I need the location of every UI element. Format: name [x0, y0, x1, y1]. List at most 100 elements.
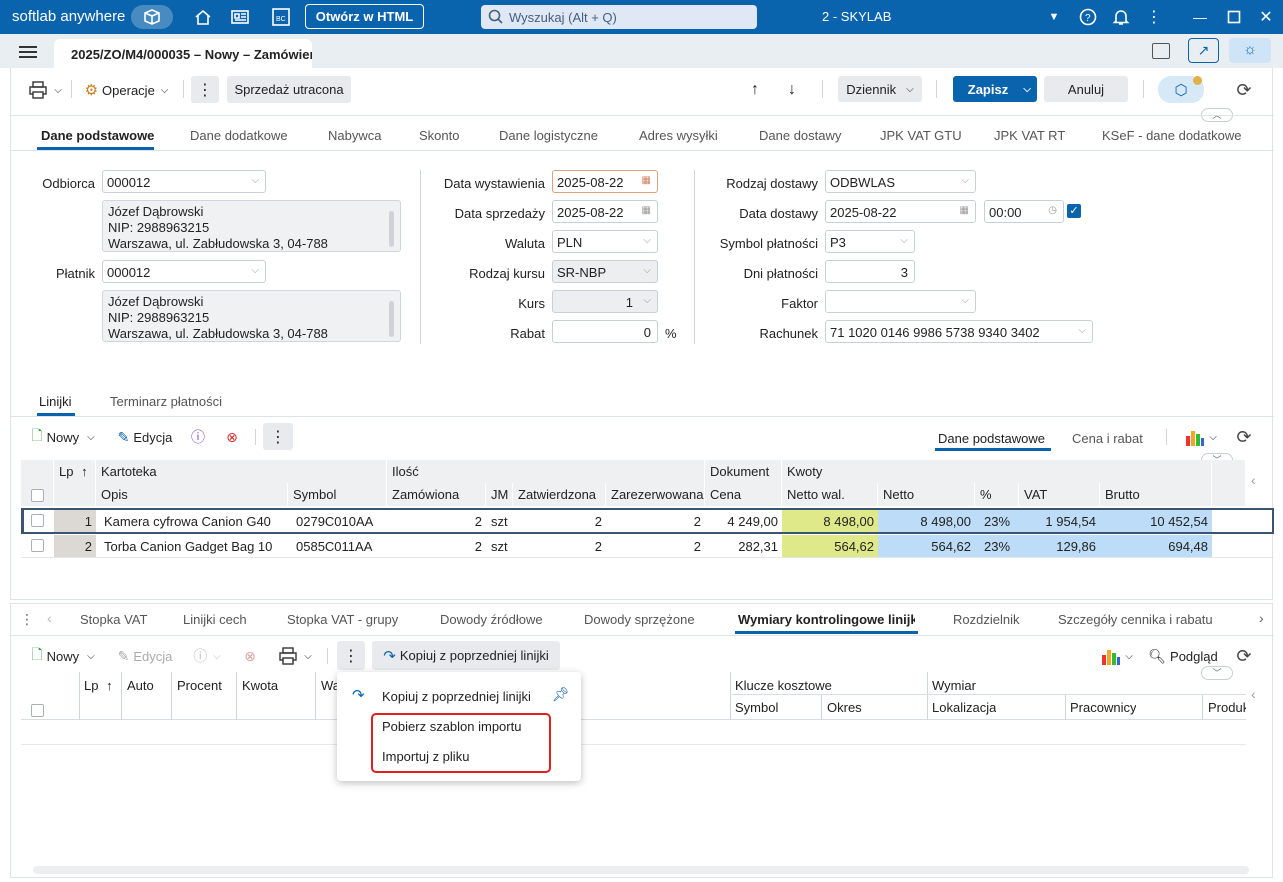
col-kwota[interactable]: Kwota — [242, 678, 278, 693]
tab-dane-dostawy[interactable]: Dane dostawy — [759, 128, 841, 143]
odbiorca-field[interactable]: 000012 ⌵ — [102, 170, 266, 193]
faktor-field[interactable]: ⌵ — [825, 290, 976, 313]
tabs-right-icon[interactable]: › — [1259, 610, 1264, 626]
symbol-platnosci-field[interactable]: P3 ⌵ — [825, 230, 915, 253]
col-jm[interactable]: JM — [486, 483, 513, 506]
cancel-button[interactable]: Anuluj — [1044, 76, 1128, 102]
bottom-edit-button[interactable]: ✎ Edycja — [111, 644, 179, 668]
print-button[interactable]: ⌵ — [23, 78, 67, 102]
tab-stopka-vat-grupy[interactable]: Stopka VAT - grupy — [287, 612, 398, 627]
col-zarezerwowana[interactable]: Zarezerwowana — [606, 483, 705, 506]
close-icon[interactable]: ✕ — [1256, 5, 1276, 29]
col-lp[interactable]: Lp ↑ — [84, 678, 124, 693]
row-checkbox[interactable] — [31, 539, 44, 552]
tab-nabywca[interactable]: Nabywca — [328, 128, 381, 143]
rabat-field[interactable]: 0 — [552, 320, 658, 343]
chevron-down-icon[interactable]: ▼ — [1046, 5, 1062, 29]
lines-more-button[interactable]: ⋮ — [263, 423, 293, 450]
search-input[interactable]: Wyszukaj (Alt + Q) — [481, 5, 757, 29]
theme-icon[interactable]: ☼ — [1229, 38, 1271, 63]
hamburger-icon[interactable] — [19, 46, 37, 58]
open-html-button[interactable]: Otwórz w HTML — [305, 4, 424, 29]
col-lp[interactable]: Lp ↑ — [54, 460, 96, 483]
horizontal-scrollbar[interactable] — [33, 866, 1249, 874]
document-tab[interactable]: 2025/ZO/M4/000035 – Nowy – Zamówienie od… — [54, 39, 312, 68]
clock-icon[interactable]: ◷ — [1048, 205, 1057, 216]
tab-linijki-cech[interactable]: Linijki cech — [183, 612, 247, 627]
col-symbol[interactable]: Symbol — [735, 700, 778, 715]
tab-dowody-sprzezone[interactable]: Dowody sprzężone — [584, 612, 695, 627]
print-button[interactable]: ⌵ — [273, 644, 317, 668]
tab-wymiary[interactable]: Wymiary kontrolingowe linijki — [738, 612, 915, 627]
chart-icon[interactable]: ⌵ — [1097, 644, 1137, 668]
col-netto[interactable]: Netto — [878, 483, 975, 506]
tab-rozdzielnik[interactable]: Rozdzielnik — [953, 612, 1019, 627]
tab-stopka-vat[interactable]: Stopka VAT — [80, 612, 147, 627]
share-icon[interactable]: ↗ — [1188, 38, 1219, 63]
scroll-left-icon[interactable]: ‹ — [1251, 472, 1256, 488]
data-sprzedazy-field[interactable]: 2025-08-22 ▦ — [552, 200, 658, 223]
tab-ksef[interactable]: KSeF - dane dodatkowe — [1102, 128, 1241, 143]
col-auto[interactable]: Auto — [127, 678, 154, 693]
docs-stack-icon[interactable] — [1152, 43, 1170, 59]
tab-jpk-vat-rt[interactable]: JPK VAT RT — [994, 128, 1065, 143]
menu-copy-previous[interactable]: Kopiuj z poprzedniej linijki — [382, 689, 531, 704]
bell-icon[interactable] — [1111, 5, 1131, 29]
bottom-new-button[interactable]: 🗋 Nowy ⌵ — [23, 644, 103, 668]
minimize-icon[interactable]: — — [1190, 5, 1210, 29]
chart-icon[interactable]: ⌵ — [1181, 425, 1221, 449]
delete-doc-icon[interactable]: ⊗ — [221, 425, 243, 449]
row-checkbox[interactable] — [31, 514, 44, 527]
col-symbol[interactable]: Symbol — [288, 483, 387, 506]
data-wystawienia-field[interactable]: 2025-08-22 ▦ — [552, 170, 658, 193]
tabs-left-icon[interactable]: ‹ — [47, 610, 52, 626]
tab-adres-wysylki[interactable]: Adres wysyłki — [639, 128, 718, 143]
new-line-button[interactable]: 🗋 Nowy ⌵ — [23, 425, 103, 449]
newspaper-icon[interactable] — [229, 5, 251, 29]
col-netto-wal[interactable]: Netto wal. — [782, 483, 878, 506]
more-actions-button[interactable]: ⋮ — [191, 76, 219, 103]
rodzaj-dostawy-field[interactable]: ODBWLAS ⌵ — [825, 170, 976, 193]
maximize-icon[interactable] — [1224, 5, 1244, 29]
lines-refresh-icon[interactable]: ⟳ — [1233, 425, 1255, 449]
col-procent[interactable]: Procent — [177, 678, 222, 693]
preview-button[interactable]: 🔍︎ Podgląd — [1145, 644, 1221, 668]
more-icon[interactable]: ⋮ — [1144, 5, 1164, 29]
dni-platnosci-field[interactable]: 3 — [825, 260, 915, 283]
tab-dane-dodatkowe[interactable]: Dane dodatkowe — [190, 128, 288, 143]
col-okres[interactable]: Okres — [827, 700, 862, 715]
bc-icon[interactable]: BC — [270, 5, 292, 29]
col-pracownicy[interactable]: Pracownicy — [1070, 700, 1136, 715]
rodzaj-kursu-field[interactable]: SR-NBP ⌵ — [552, 260, 658, 283]
col-opis[interactable]: Opis — [96, 483, 288, 506]
delivery-checkbox[interactable]: ✓ — [1067, 204, 1081, 218]
tab-dane-podstawowe[interactable]: Dane podstawowe — [41, 128, 154, 143]
col-vat[interactable]: VAT — [1019, 483, 1100, 506]
platnik-field[interactable]: 000012 ⌵ — [102, 260, 266, 283]
copy-previous-button[interactable]: ↷ Kopiuj z poprzedniej linijki — [372, 641, 560, 670]
edit-line-button[interactable]: ✎ Edycja — [111, 425, 179, 449]
col-zamowiona[interactable]: Zamówiona — [387, 483, 486, 506]
select-all-checkbox[interactable] — [31, 489, 44, 502]
select-all-checkbox[interactable] — [31, 704, 44, 717]
godzina-field[interactable]: 00:00 ◷ — [984, 200, 1064, 223]
tab-dane-logistyczne[interactable]: Dane logistyczne — [499, 128, 598, 143]
operations-button[interactable]: ⚙ Operacje ⌵ — [79, 78, 174, 102]
tab-szczegoly-cennika[interactable]: Szczegóły cennika i rabatu — [1058, 612, 1213, 627]
calendar-icon[interactable]: ▦ — [642, 205, 651, 216]
calendar-icon[interactable]: ▦ — [642, 175, 651, 186]
tab-linijki[interactable]: Linijki — [39, 394, 72, 409]
col-brutto[interactable]: Brutto — [1100, 483, 1212, 506]
col-lokalizacja[interactable]: Lokalizacja — [932, 700, 996, 715]
tab-terminarz[interactable]: Terminarz płatności — [110, 394, 222, 409]
bottom-refresh-icon[interactable]: ⟳ — [1233, 644, 1255, 668]
data-dostawy-field[interactable]: 2025-08-22 ▦ — [825, 200, 976, 223]
lost-sale-button[interactable]: Sprzedaż utracona — [227, 76, 351, 103]
col-produkt[interactable]: Produkt — [1208, 700, 1246, 715]
pin-icon[interactable]: 📌︎ — [552, 686, 570, 703]
arrow-up-icon[interactable]: ↑ — [744, 78, 766, 102]
kurs-field[interactable]: 1 ⌵ — [552, 290, 658, 313]
tab-jpk-vat-gtu[interactable]: JPK VAT GTU — [880, 128, 962, 143]
save-button[interactable]: Zapisz ⌵ — [953, 76, 1037, 102]
calendar-icon[interactable]: ▦ — [960, 205, 969, 216]
